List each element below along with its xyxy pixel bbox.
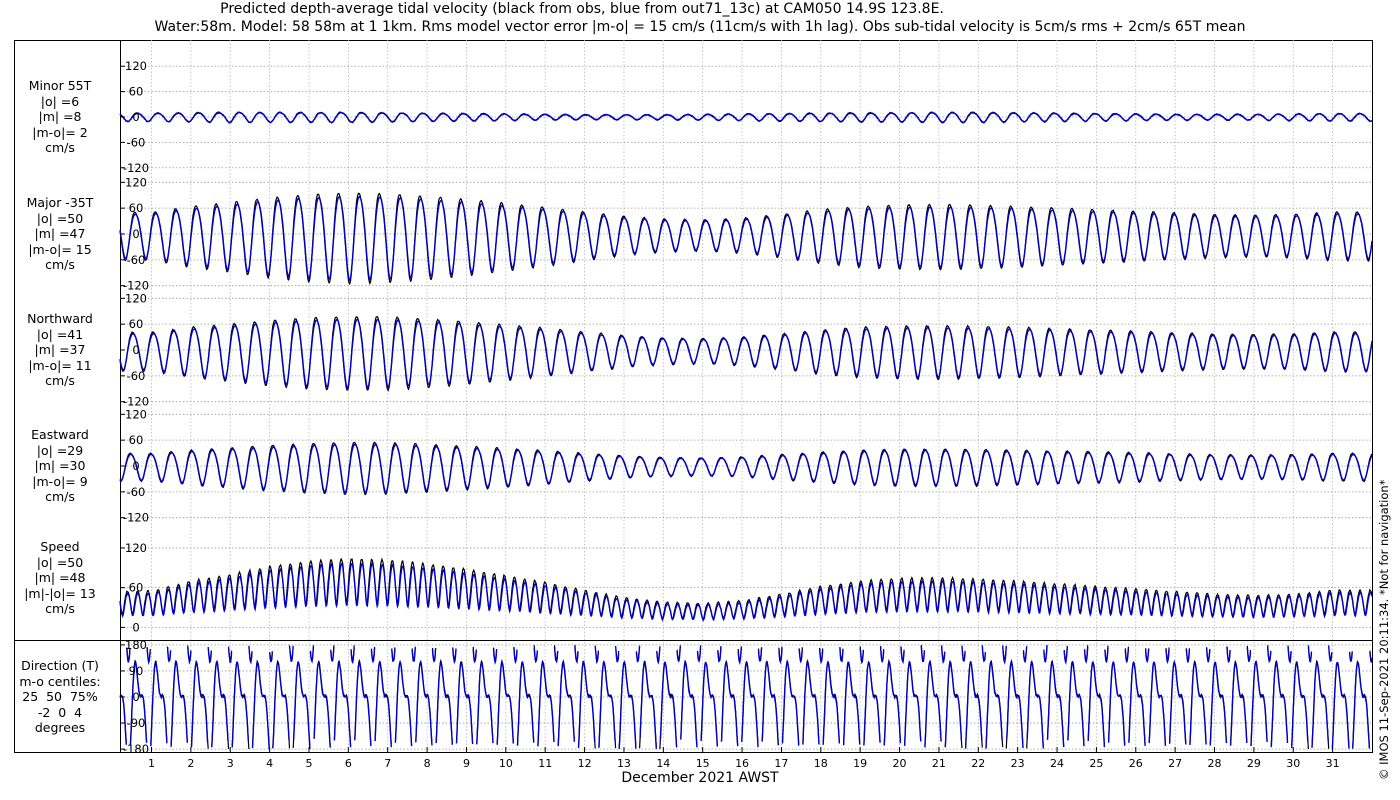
- y-tick-label-3--60: -60: [127, 485, 146, 499]
- x-tick-label-26: 26: [1129, 757, 1143, 770]
- y-tick-label-4-60: 60: [129, 581, 144, 595]
- y-tick-label-5--180: -180: [123, 742, 149, 756]
- x-tick-label-21: 21: [932, 757, 946, 770]
- x-tick-label-13: 13: [617, 757, 631, 770]
- x-tick-label-8: 8: [424, 757, 431, 770]
- y-tick-label-4-0: 0: [132, 620, 139, 634]
- y-tick-label-1--60: -60: [127, 253, 146, 267]
- y-tick-label-0-120: 120: [125, 59, 147, 73]
- x-tick-label-4: 4: [266, 757, 273, 770]
- x-tick-label-7: 7: [384, 757, 391, 770]
- x-tick-label-18: 18: [814, 757, 828, 770]
- y-tick-label-0-0: 0: [132, 110, 139, 124]
- panel-label-3: Eastward |o| =29 |m| =30 |m-o|= 9 cm/s: [31, 427, 89, 505]
- series-model-panel-1: [119, 195, 1373, 282]
- panel-label-1: Major -35T |o| =50 |m| =47 |m-o|= 15 cm/…: [26, 195, 94, 273]
- x-tick-label-30: 30: [1286, 757, 1300, 770]
- x-tick-label-3: 3: [227, 757, 234, 770]
- y-tick-label-5--90: -90: [127, 716, 146, 730]
- panel-label-5: Direction (T) m-o centiles: 25 50 75% -2…: [19, 658, 101, 736]
- series-model-panel-2: [119, 318, 1373, 390]
- series-obs-panel-0: [119, 110, 1373, 124]
- y-tick-label-5-0: 0: [132, 690, 139, 704]
- x-tick-label-11: 11: [538, 757, 552, 770]
- y-tick-label-0-60: 60: [129, 85, 144, 99]
- x-tick-label-22: 22: [971, 757, 985, 770]
- x-tick-label-10: 10: [499, 757, 513, 770]
- y-tick-label-5-180: 180: [125, 638, 147, 652]
- tidal-velocity-chart: 1 2 3 4 5 6 7 8 9 10 11 12 13 14 15 16 17 18 19 20 21 22 23 24 2…: [14, 40, 1373, 770]
- x-tick-label-12: 12: [578, 757, 592, 770]
- x-tick-label-23: 23: [1011, 757, 1025, 770]
- x-tick-label-24: 24: [1050, 757, 1064, 770]
- y-tick-label-3-60: 60: [129, 433, 144, 447]
- x-tick-label-28: 28: [1208, 757, 1222, 770]
- x-tick-label-19: 19: [853, 757, 867, 770]
- y-tick-label-3-120: 120: [125, 407, 147, 421]
- y-tick-label-3--120: -120: [123, 511, 149, 525]
- y-tick-label-2-60: 60: [129, 317, 144, 331]
- x-tick-label-31: 31: [1326, 757, 1340, 770]
- y-tick-label-2-0: 0: [132, 343, 139, 357]
- y-tick-label-0--120: -120: [123, 161, 149, 175]
- y-tick-label-0--60: -60: [127, 135, 146, 149]
- x-tick-label-20: 20: [893, 757, 907, 770]
- series-model-panel-3: [119, 443, 1373, 494]
- x-tick-label-1: 1: [148, 757, 155, 770]
- x-tick-label-14: 14: [656, 757, 670, 770]
- y-tick-label-1-120: 120: [125, 175, 147, 189]
- x-tick-label-2: 2: [187, 757, 194, 770]
- x-tick-label-17: 17: [774, 757, 788, 770]
- x-tick-label-16: 16: [735, 757, 749, 770]
- x-tick-label-25: 25: [1089, 757, 1103, 770]
- y-tick-label-1-60: 60: [129, 201, 144, 215]
- panel-label-2: Northward |o| =41 |m| =37 |m-o|= 11 cm/s: [27, 311, 93, 389]
- x-axis-label: December 2021 AWST: [621, 770, 779, 786]
- x-tick-label-29: 29: [1247, 757, 1261, 770]
- y-tick-label-2--60: -60: [127, 369, 146, 383]
- x-tick-label-27: 27: [1168, 757, 1182, 770]
- panel-label-0: Minor 55T |o| =6 |m| =8 |m-o|= 2 cm/s: [28, 78, 92, 156]
- series-model-panel-4: [119, 562, 1373, 622]
- y-tick-label-3-0: 0: [132, 459, 139, 473]
- credit-text: © IMOS 11-Sep-2021 20:11:34. *Not for na…: [1377, 479, 1391, 780]
- x-tick-label-5: 5: [305, 757, 312, 770]
- y-tick-label-4-120: 120: [125, 541, 147, 555]
- x-tick-label-15: 15: [696, 757, 710, 770]
- y-tick-label-1-0: 0: [132, 227, 139, 241]
- y-tick-label-5-90: 90: [129, 664, 144, 678]
- y-tick-label-2-120: 120: [125, 291, 147, 305]
- x-tick-label-9: 9: [463, 757, 470, 770]
- x-tick-label-6: 6: [345, 757, 352, 770]
- panel-label-4: Speed |o| =50 |m| =48 |m|-|o|= 13 cm/s: [24, 539, 96, 617]
